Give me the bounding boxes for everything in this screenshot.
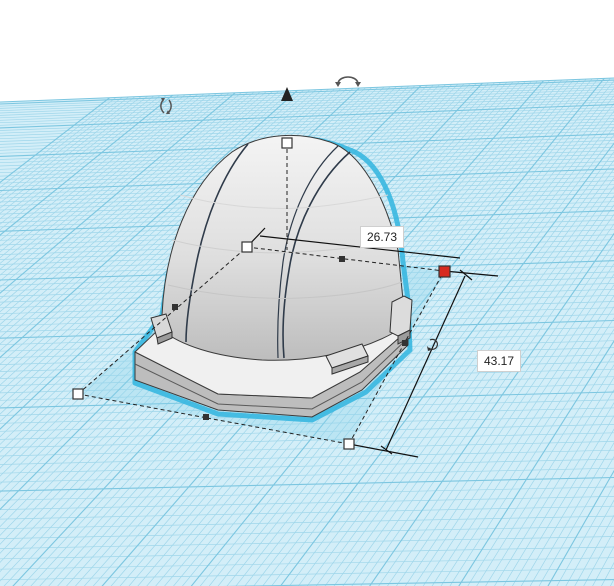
edge-handle-left[interactable] — [172, 304, 178, 310]
edge-handle-right[interactable] — [402, 340, 408, 346]
width-dimension-label[interactable]: 26.73 — [360, 226, 405, 248]
top-height-handle[interactable] — [281, 137, 293, 149]
edge-handle-front[interactable] — [203, 414, 209, 420]
corner-handle-left[interactable] — [72, 388, 84, 400]
corner-handle-back-left[interactable] — [241, 241, 253, 253]
depth-dimension-label[interactable]: 43.17 — [477, 350, 522, 372]
edge-handle-back[interactable] — [339, 256, 345, 262]
helmet-clip-right — [389, 295, 413, 337]
corner-handle-right-active[interactable] — [438, 265, 451, 278]
corner-handle-front[interactable] — [343, 438, 355, 450]
rotate-top-icon[interactable] — [335, 76, 361, 87]
workplane-viewport[interactable] — [0, 0, 614, 586]
